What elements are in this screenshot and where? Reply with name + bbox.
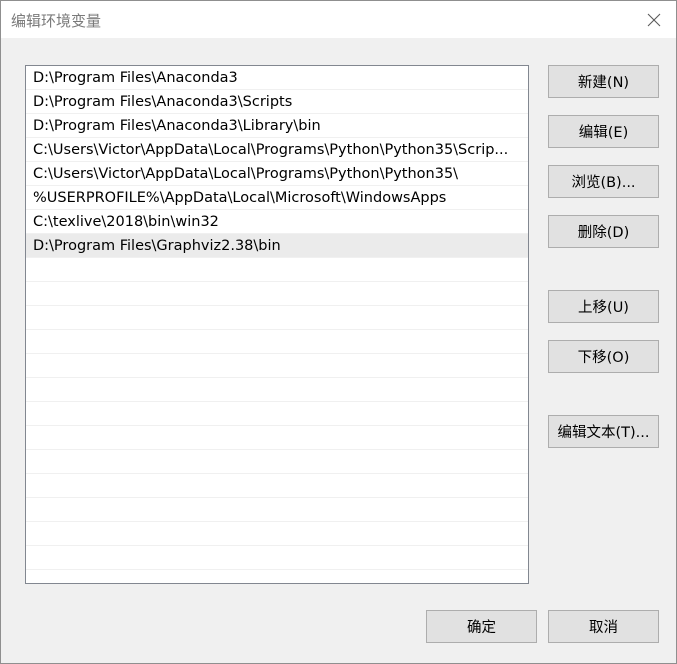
path-value: D:\Program Files\Anaconda3\Library\bin (33, 118, 321, 134)
title-bar: 编辑环境变量 (1, 1, 676, 38)
path-list-item[interactable]: D:\Program Files\Anaconda3\Scripts (26, 90, 528, 114)
empty-list-row[interactable] (26, 546, 528, 570)
move-up-button[interactable]: 上移(U) (548, 290, 659, 323)
empty-list-row[interactable] (26, 450, 528, 474)
dialog-title: 编辑环境变量 (11, 12, 102, 30)
path-value: %USERPROFILE%\AppData\Local\Microsoft\Wi… (33, 190, 447, 206)
new-button[interactable]: 新建(N) (548, 65, 659, 98)
path-list-item[interactable]: C:\Users\Victor\AppData\Local\Programs\P… (26, 162, 528, 186)
empty-list-row[interactable] (26, 306, 528, 330)
path-value: D:\Program Files\Graphviz2.38\bin (33, 238, 281, 254)
edit-environment-variable-dialog: 编辑环境变量 D:\Program Files\Anaconda3 D:\Prog… (0, 0, 677, 664)
path-value: D:\Program Files\Anaconda3 (33, 70, 238, 86)
path-list-rows: D:\Program Files\Anaconda3 D:\Program Fil… (26, 66, 528, 583)
close-icon (647, 13, 661, 27)
empty-list-row[interactable] (26, 474, 528, 498)
path-list-item[interactable]: D:\Program Files\Anaconda3 (26, 66, 528, 90)
empty-list-row[interactable] (26, 402, 528, 426)
path-list[interactable]: D:\Program Files\Anaconda3 D:\Program Fil… (25, 65, 529, 584)
empty-list-row[interactable] (26, 258, 528, 282)
cancel-button[interactable]: 取消 (548, 610, 659, 643)
path-list-item[interactable]: C:\Users\Victor\AppData\Local\Programs\P… (26, 138, 528, 162)
empty-list-row[interactable] (26, 522, 528, 546)
path-value: D:\Program Files\Anaconda3\Scripts (33, 94, 293, 110)
empty-list-row[interactable] (26, 570, 528, 583)
empty-list-row[interactable] (26, 378, 528, 402)
path-list-item[interactable]: D:\Program Files\Graphviz2.38\bin (26, 234, 528, 258)
move-down-button[interactable]: 下移(O) (548, 340, 659, 373)
edit-text-button[interactable]: 编辑文本(T)... (548, 415, 659, 448)
empty-list-row[interactable] (26, 426, 528, 450)
path-value: C:\Users\Victor\AppData\Local\Programs\P… (33, 142, 509, 158)
path-value: C:\Users\Victor\AppData\Local\Programs\P… (33, 166, 459, 182)
path-list-item[interactable]: D:\Program Files\Anaconda3\Library\bin (26, 114, 528, 138)
ok-button[interactable]: 确定 (426, 610, 537, 643)
browse-button[interactable]: 浏览(B)... (548, 165, 659, 198)
edit-button[interactable]: 编辑(E) (548, 115, 659, 148)
close-button[interactable] (632, 1, 676, 38)
path-list-item[interactable]: %USERPROFILE%\AppData\Local\Microsoft\Wi… (26, 186, 528, 210)
path-value: C:\texlive\2018\bin\win32 (33, 214, 219, 230)
empty-list-row[interactable] (26, 498, 528, 522)
path-list-item[interactable]: C:\texlive\2018\bin\win32 (26, 210, 528, 234)
delete-button[interactable]: 删除(D) (548, 215, 659, 248)
empty-list-row[interactable] (26, 282, 528, 306)
empty-list-row[interactable] (26, 330, 528, 354)
empty-list-row[interactable] (26, 354, 528, 378)
